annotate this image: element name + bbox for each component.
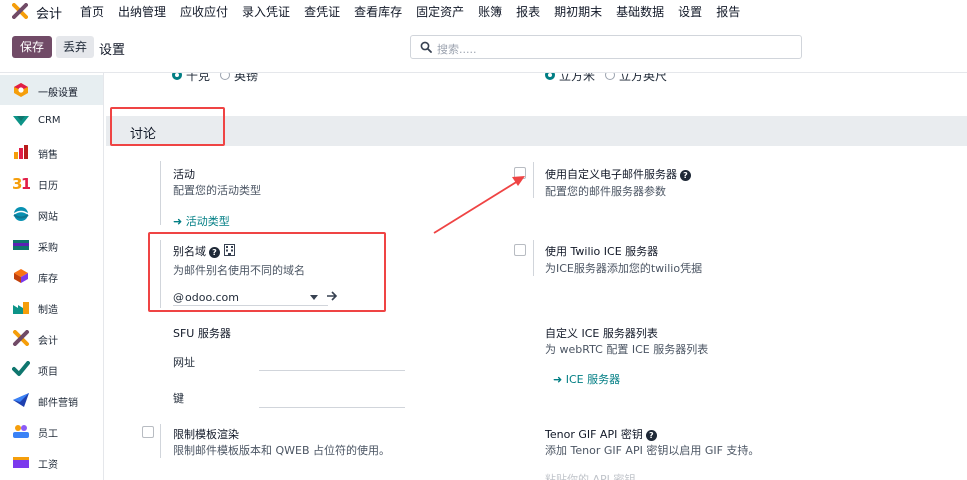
menu-cashier[interactable]: 出纳管理: [118, 3, 166, 20]
general-settings-icon: [14, 83, 28, 97]
sidebar-item-label: 销售: [38, 150, 58, 161]
breadcrumb: 设置: [99, 43, 126, 58]
sidebar-item-manufacturing[interactable]: 制造: [0, 292, 103, 322]
sidebar-item-employees[interactable]: 员工: [0, 416, 103, 446]
payroll-icon: [13, 457, 29, 468]
menu-fixed-assets[interactable]: 固定资产: [416, 3, 464, 20]
project-icon: [12, 361, 30, 376]
menu-period[interactable]: 期初期末: [554, 3, 602, 20]
save-button[interactable]: 保存: [12, 36, 52, 58]
accounting-icon: [13, 330, 29, 346]
control-panel: 保存 丢弃 设置 搜索.....: [0, 30, 967, 72]
search-input[interactable]: 搜索.....: [410, 35, 802, 59]
crm-icon: [13, 116, 29, 126]
sidebar-item-calendar[interactable]: 3 1 日历: [0, 168, 103, 198]
sidebar-item-label: 工资: [38, 460, 58, 471]
sidebar-item-label: 邮件营销: [38, 398, 78, 409]
svg-text:1: 1: [21, 175, 30, 191]
sidebar-item-project[interactable]: 项目: [0, 354, 103, 384]
menu-reporting[interactable]: 报告: [716, 3, 740, 20]
search-icon: [420, 41, 432, 53]
sidebar-item-label: 采购: [38, 243, 58, 254]
sidebar-item-email-marketing[interactable]: 邮件营销: [0, 385, 103, 415]
sidebar-item-website[interactable]: 网站: [0, 199, 103, 229]
sidebar-item-purchase[interactable]: 采购: [0, 230, 103, 260]
sidebar-item-sales[interactable]: 销售: [0, 137, 103, 167]
search-placeholder: 搜索.....: [437, 43, 477, 56]
sidebar-item-label: 项目: [38, 367, 58, 378]
accounting-app-icon[interactable]: [12, 3, 28, 19]
sidebar-item-label: CRM: [38, 115, 61, 126]
discard-button[interactable]: 丢弃: [56, 36, 94, 58]
sidebar-item-general[interactable]: 一般设置: [0, 75, 103, 105]
email-marketing-icon: [13, 393, 29, 407]
sales-icon: [14, 145, 28, 159]
sidebar-item-label: 会计: [38, 336, 58, 347]
sidebar-item-label: 员工: [38, 429, 58, 440]
sidebar-item-label: 库存: [38, 274, 58, 285]
app-name[interactable]: 会计: [36, 3, 62, 22]
menu-ledgers[interactable]: 账簿: [478, 3, 502, 20]
sidebar-item-inventory[interactable]: 库存: [0, 261, 103, 291]
annotation-arrow: [433, 176, 525, 234]
menu-master-data[interactable]: 基础数据: [616, 3, 664, 20]
sidebar-item-label: 一般设置: [38, 88, 78, 99]
menu-receivable-payable[interactable]: 应收应付: [180, 3, 228, 20]
top-navbar: 会计 首页 出纳管理 应收应付 录入凭证 查凭证 查看库存 固定资产 账簿 报表…: [0, 0, 967, 22]
menu-home[interactable]: 首页: [80, 3, 104, 20]
main-menu: 首页 出纳管理 应收应付 录入凭证 查凭证 查看库存 固定资产 账簿 报表 期初…: [80, 3, 740, 20]
sidebar-item-payroll[interactable]: 工资: [0, 447, 103, 477]
sidebar-item-crm[interactable]: CRM: [0, 106, 103, 136]
sidebar-item-label: 制造: [38, 305, 58, 316]
sidebar-item-label: 日历: [38, 181, 58, 192]
sidebar-item-accounting[interactable]: 会计: [0, 323, 103, 353]
settings-sidebar: 一般设置 CRM 销售 3 1 日历 网站 采购 库存 制造 会计 项目 邮件营…: [0, 73, 104, 480]
menu-settings[interactable]: 设置: [678, 3, 702, 20]
menu-view-stock[interactable]: 查看库存: [354, 3, 402, 20]
calendar-icon: 3 1: [12, 175, 30, 191]
menu-reports[interactable]: 报表: [516, 3, 540, 20]
purchase-icon: [13, 240, 29, 250]
menu-view-voucher[interactable]: 查凭证: [304, 3, 340, 20]
settings-content: 千克 英镑 立方米 立方英尺 讨论 活动 配置您的活动类型 ➜ 活动类型 别名域…: [104, 73, 967, 480]
employees-icon: [13, 425, 29, 438]
manufacturing-icon: [13, 302, 29, 314]
sidebar-item-label: 网站: [38, 212, 58, 223]
inventory-icon: [14, 269, 28, 283]
menu-enter-voucher[interactable]: 录入凭证: [242, 3, 290, 20]
website-icon: [13, 207, 29, 221]
